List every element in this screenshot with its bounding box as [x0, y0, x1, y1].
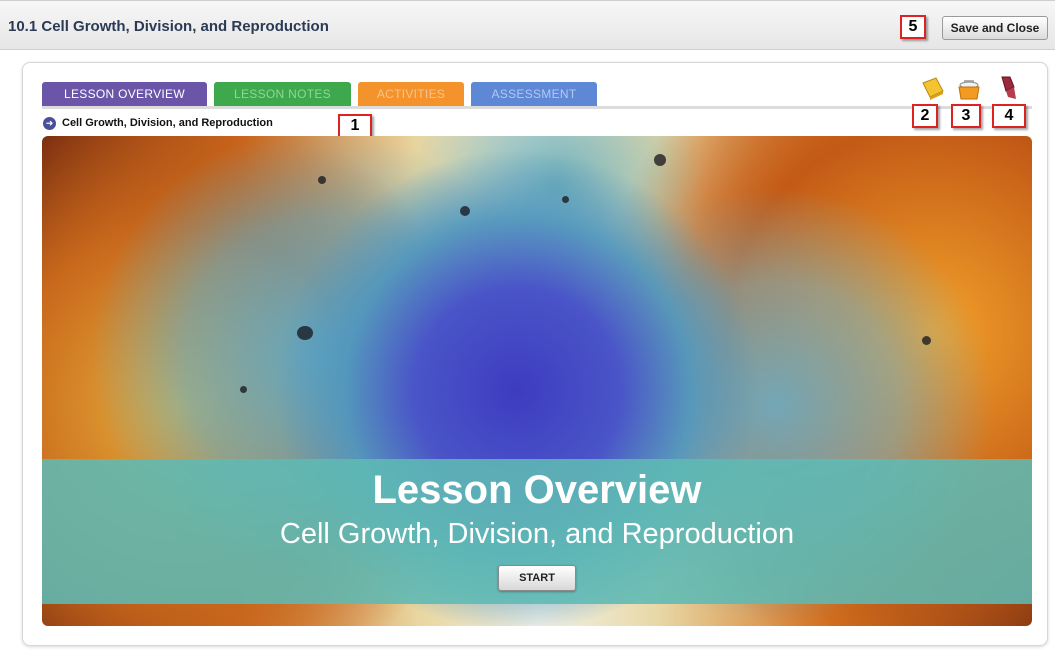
callout-3: 3 [951, 104, 981, 128]
tab-lesson-overview[interactable]: LESSON OVERVIEW [42, 82, 207, 106]
cell-speck [240, 386, 247, 393]
callout-4: 4 [992, 104, 1026, 128]
callout-2: 2 [912, 104, 938, 128]
cell-speck [562, 196, 569, 203]
cell-speck [318, 176, 326, 184]
callout-5: 5 [900, 15, 926, 39]
tab-lesson-notes[interactable]: LESSON NOTES [214, 82, 351, 106]
breadcrumb-label[interactable]: Cell Growth, Division, and Reproduction [62, 117, 273, 129]
header-bar: 10.1 Cell Growth, Division, and Reproduc… [0, 0, 1055, 50]
basket-icon[interactable] [956, 75, 982, 101]
cell-speck [460, 206, 470, 216]
start-button[interactable]: START [498, 565, 576, 591]
tab-divider [42, 106, 1032, 109]
callout-1: 1 [338, 114, 372, 138]
notebook-icon[interactable] [920, 75, 946, 101]
tab-activities[interactable]: ACTIVITIES [358, 82, 464, 106]
save-and-close-button[interactable]: Save and Close [942, 16, 1048, 40]
cell-speck [297, 326, 313, 340]
hero-subtitle: Cell Growth, Division, and Reproduction [279, 518, 795, 550]
cell-speck [922, 336, 931, 345]
cell-speck [654, 154, 666, 166]
hero-title: Lesson Overview [372, 468, 702, 512]
arrow-right-icon: ➜ [43, 117, 56, 130]
tab-assessment[interactable]: ASSESSMENT [471, 82, 597, 106]
page-title: 10.1 Cell Growth, Division, and Reproduc… [8, 18, 329, 35]
highlighter-icon[interactable] [994, 75, 1020, 101]
